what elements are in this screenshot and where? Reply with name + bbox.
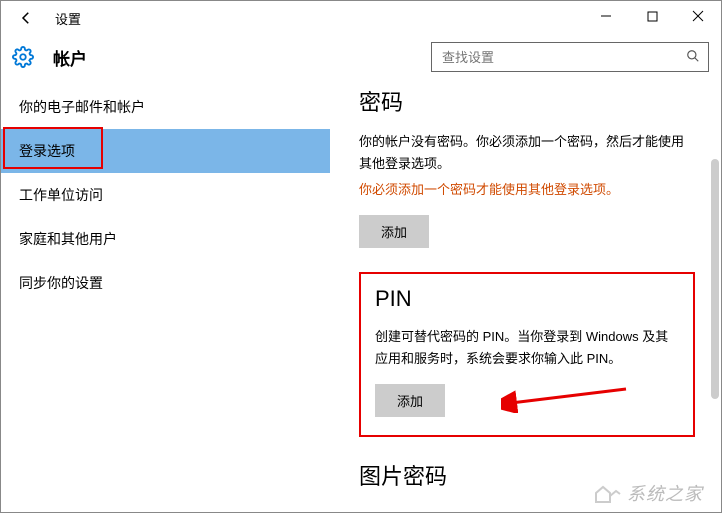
close-button[interactable] (675, 1, 721, 31)
gear-icon (11, 45, 35, 69)
pin-section: PIN 创建可替代密码的 PIN。当你登录到 Windows 及其应用和服务时，… (359, 272, 695, 437)
password-heading: 密码 (359, 85, 695, 117)
pin-description: 创建可替代密码的 PIN。当你登录到 Windows 及其应用和服务时，系统会要… (375, 326, 679, 370)
pin-add-button[interactable]: 添加 (375, 384, 445, 417)
category-title: 帐户 (53, 45, 87, 70)
picture-password-section: 图片密码 (359, 459, 695, 491)
password-section: 密码 你的帐户没有密码。你必须添加一个密码，然后才能使用其他登录选项。 你必须添… (359, 85, 695, 248)
sidebar-item-sync-settings[interactable]: 同步你的设置 (1, 261, 330, 305)
sidebar-item-label: 同步你的设置 (19, 273, 103, 293)
titlebar: 设置 (1, 1, 721, 35)
scrollbar[interactable] (711, 159, 719, 399)
header: 帐户 (1, 35, 721, 79)
sidebar-item-work-access[interactable]: 工作单位访问 (1, 173, 330, 217)
annotation-arrow (501, 383, 631, 413)
search-input[interactable] (442, 50, 686, 65)
back-button[interactable] (11, 3, 41, 33)
sidebar: 你的电子邮件和帐户 登录选项 工作单位访问 家庭和其他用户 同步你的设置 (1, 79, 331, 512)
sidebar-item-email-accounts[interactable]: 你的电子邮件和帐户 (1, 85, 330, 129)
sidebar-item-label: 工作单位访问 (19, 185, 103, 205)
sidebar-item-family-users[interactable]: 家庭和其他用户 (1, 217, 330, 261)
sidebar-item-label: 家庭和其他用户 (19, 229, 117, 249)
sidebar-item-label: 登录选项 (19, 141, 75, 161)
sidebar-item-signin-options[interactable]: 登录选项 (1, 129, 330, 173)
sidebar-item-label: 你的电子邮件和帐户 (19, 97, 145, 117)
maximize-button[interactable] (629, 1, 675, 31)
password-add-button[interactable]: 添加 (359, 215, 429, 248)
minimize-button[interactable] (583, 1, 629, 31)
pin-heading: PIN (375, 286, 679, 312)
password-warning: 你必须添加一个密码才能使用其他登录选项。 (359, 179, 695, 201)
window-controls (583, 1, 721, 31)
search-box[interactable] (431, 42, 709, 72)
picture-password-heading: 图片密码 (359, 459, 695, 491)
search-icon (686, 49, 700, 66)
main-area: 你的电子邮件和帐户 登录选项 工作单位访问 家庭和其他用户 同步你的设置 密码 … (1, 79, 721, 512)
content-pane: 密码 你的帐户没有密码。你必须添加一个密码，然后才能使用其他登录选项。 你必须添… (331, 79, 721, 512)
window-title: 设置 (55, 9, 81, 28)
password-description: 你的帐户没有密码。你必须添加一个密码，然后才能使用其他登录选项。 (359, 131, 695, 175)
